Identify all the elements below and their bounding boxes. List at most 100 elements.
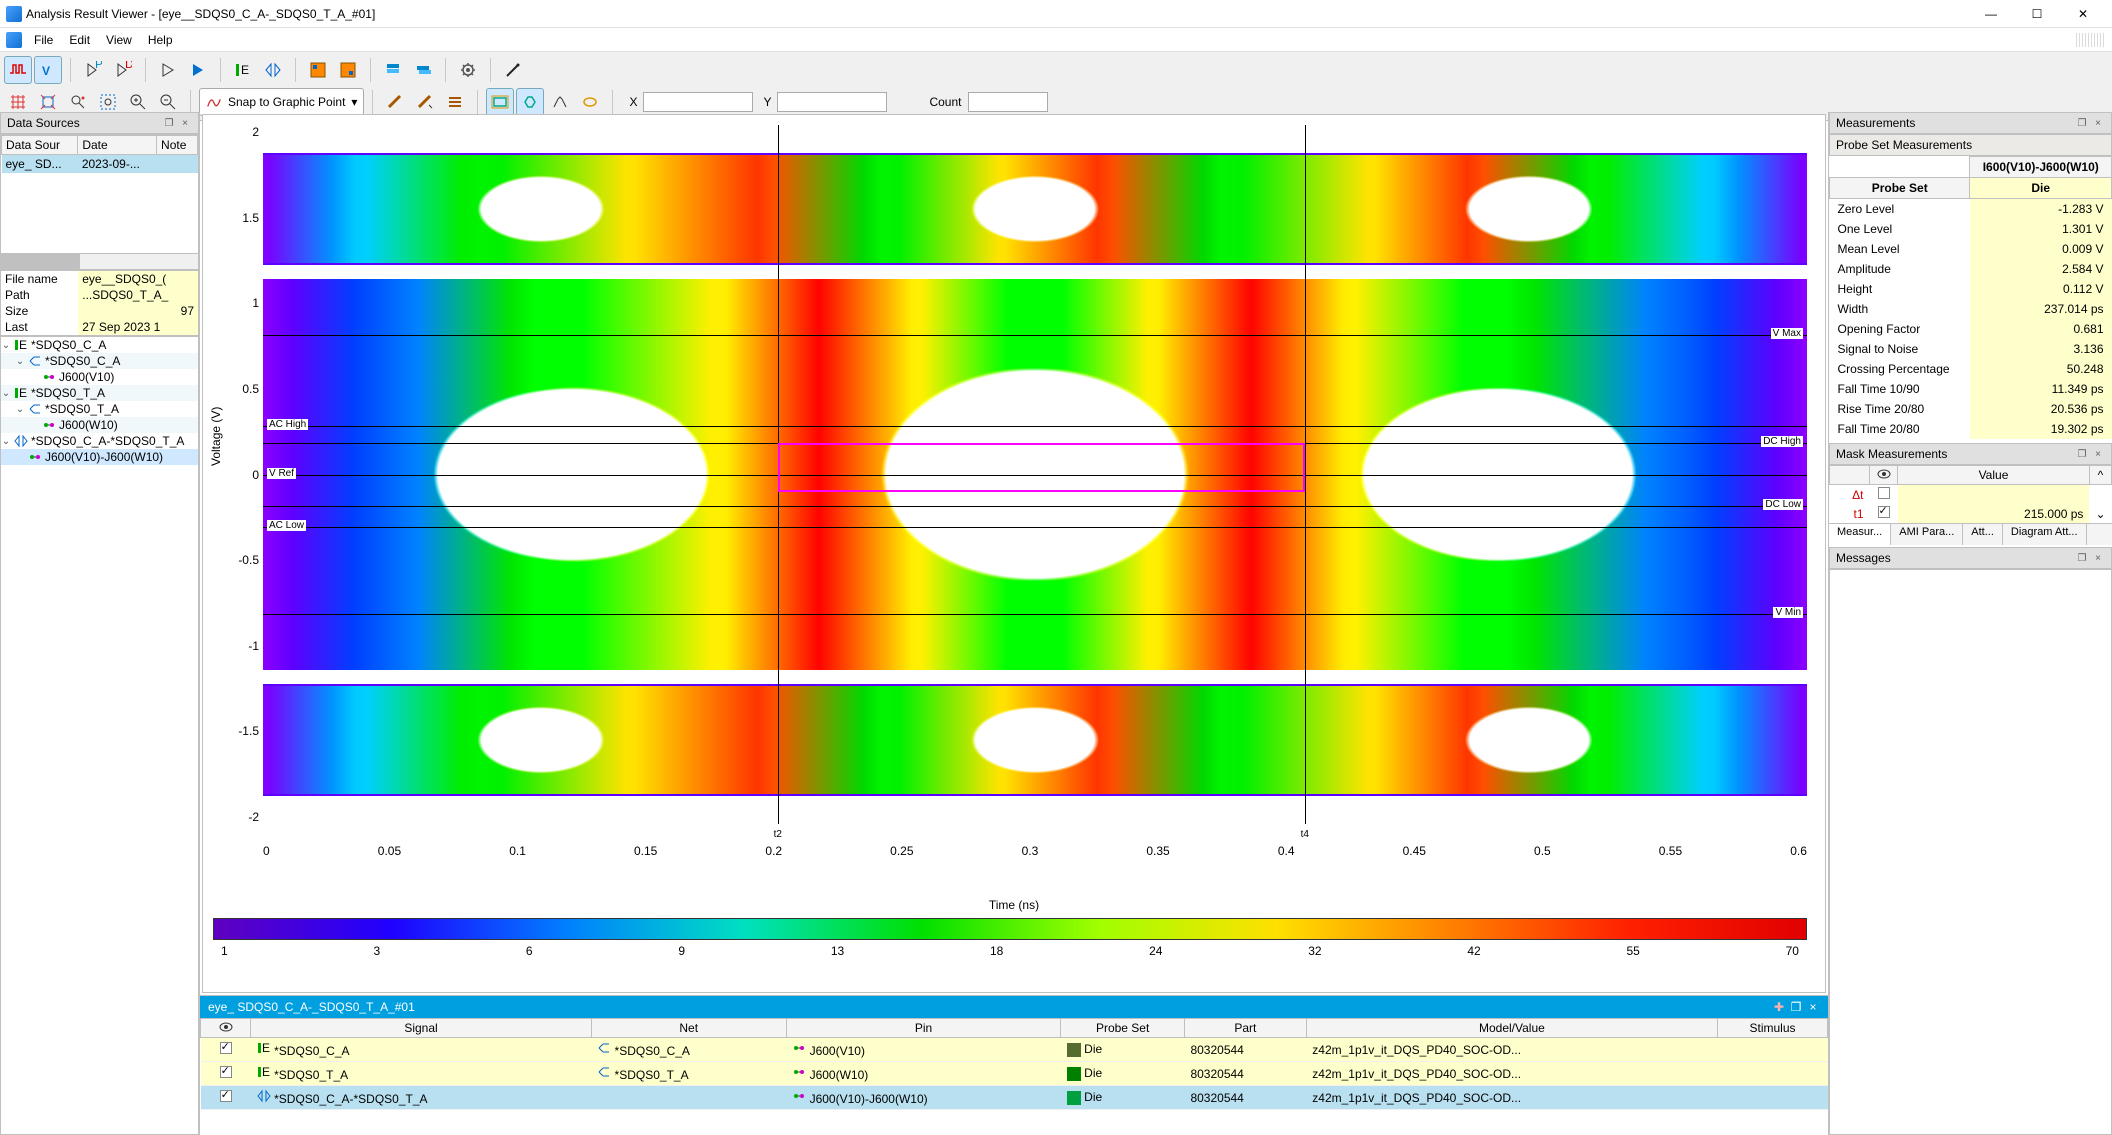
tree-item[interactable]: ⌄*SDQS0_C_A-*SDQS0_T_A: [1, 433, 198, 449]
cursor-label: t4: [1301, 829, 1309, 840]
menu-help[interactable]: Help: [140, 31, 181, 49]
y-readout: [777, 92, 887, 112]
menu-file[interactable]: File: [26, 31, 61, 49]
signal-table[interactable]: SignalNetPinProbe SetPartModel/ValueStim…: [200, 1018, 1828, 1135]
signal-row[interactable]: E *SDQS0_C_A *SDQS0_C_A J600(V10) Die 80…: [201, 1038, 1828, 1062]
grid-a-button[interactable]: [304, 56, 332, 84]
measurement-row[interactable]: Fall Time 10/9011.349 ps: [1830, 379, 2112, 399]
stack-b-button[interactable]: [409, 56, 437, 84]
reference-line-label: AC High: [267, 419, 308, 430]
close-icon[interactable]: ×: [2091, 447, 2105, 461]
drag-handle[interactable]: [2076, 33, 2106, 47]
measurement-row[interactable]: Width237.014 ps: [1830, 299, 2112, 319]
snap-label: Snap to Graphic Point: [228, 95, 345, 109]
sub-tab[interactable]: AMI Para...: [1891, 524, 1963, 545]
mask-checkbox[interactable]: [1878, 487, 1890, 499]
data-source-row[interactable]: eye_ SD... 2023-09-...: [2, 155, 198, 174]
signal-checkbox[interactable]: [220, 1042, 232, 1054]
minimize-button[interactable]: —: [1968, 2, 2014, 26]
close-icon[interactable]: ×: [178, 116, 192, 130]
probe-button[interactable]: [499, 56, 527, 84]
reference-line[interactable]: [263, 527, 1807, 528]
reference-line[interactable]: [263, 335, 1807, 336]
reference-line[interactable]: [263, 506, 1807, 507]
grid-b-button[interactable]: [334, 56, 362, 84]
measurement-row[interactable]: One Level1.301 V: [1830, 219, 2112, 239]
x-axis-label: Time (ns): [203, 898, 1825, 912]
close-icon[interactable]: ×: [2091, 116, 2105, 130]
measurement-row[interactable]: Crossing Percentage50.248: [1830, 359, 2112, 379]
svg-text:E: E: [19, 386, 27, 400]
svg-text:D: D: [125, 61, 132, 71]
mask-measurement-row[interactable]: Δt: [1830, 485, 2112, 505]
play-button[interactable]: [154, 56, 182, 84]
stack-a-button[interactable]: [379, 56, 407, 84]
data-sources-table[interactable]: Data Sour Date Note eye_ SD... 2023-09-.…: [0, 134, 199, 254]
tree-item[interactable]: J600(V10)-J600(W10): [1, 449, 198, 465]
measurement-row[interactable]: Signal to Noise3.136: [1830, 339, 2112, 359]
voltage-mode-button[interactable]: V: [34, 56, 62, 84]
close-icon[interactable]: ×: [2091, 551, 2105, 565]
play-d-button[interactable]: D: [109, 56, 137, 84]
maximize-button[interactable]: ☐: [2014, 2, 2060, 26]
diff-mode-button[interactable]: [259, 56, 287, 84]
measurement-row[interactable]: Rise Time 20/8020.536 ps: [1830, 399, 2112, 419]
measurement-row[interactable]: Height0.112 V: [1830, 279, 2112, 299]
mask-measurement-row[interactable]: t1 215.000 ps ⌄: [1830, 504, 2112, 523]
tree-item[interactable]: ⌄*SDQS0_C_A: [1, 353, 198, 369]
tree-item[interactable]: ⌄E*SDQS0_C_A: [1, 337, 198, 353]
tree-item[interactable]: J600(W10): [1, 417, 198, 433]
col-date[interactable]: Date: [78, 136, 157, 155]
sub-tab[interactable]: Diagram Att...: [2003, 524, 2087, 545]
undock-icon[interactable]: ❐: [162, 116, 176, 130]
measurement-row[interactable]: Mean Level0.009 V: [1830, 239, 2112, 259]
window-titlebar: Analysis Result Viewer - [eye__SDQS0_C_A…: [0, 0, 2112, 28]
undock-icon[interactable]: ❐: [2075, 551, 2089, 565]
signal-checkbox[interactable]: [220, 1090, 232, 1102]
eye-mask[interactable]: [778, 443, 1305, 492]
menu-edit[interactable]: Edit: [61, 31, 98, 49]
signal-checkbox[interactable]: [220, 1066, 232, 1078]
col-data-source[interactable]: Data Sour: [2, 136, 78, 155]
col-note[interactable]: Note: [157, 136, 198, 155]
measurements-table[interactable]: I600(V10)-J600(W10) Probe Set Die Zero L…: [1829, 156, 2112, 439]
undock-icon[interactable]: ❐: [2075, 447, 2089, 461]
properties-table: File nameeye__SDQS0_(Path...SDQS0_T_A_Si…: [0, 270, 199, 336]
tree-item[interactable]: J600(V10): [1, 369, 198, 385]
cursor-line[interactable]: [1305, 125, 1306, 824]
measurement-row[interactable]: Zero Level-1.283 V: [1830, 199, 2112, 220]
right-tabs[interactable]: Measur...AMI Para...Att...Diagram Att...: [1829, 523, 2112, 545]
play-p-button[interactable]: P: [79, 56, 107, 84]
close-button[interactable]: ✕: [2060, 2, 2106, 26]
tree-item[interactable]: ⌄E*SDQS0_T_A: [1, 385, 198, 401]
undock-icon[interactable]: ❐: [2075, 116, 2089, 130]
settings-button[interactable]: [454, 56, 482, 84]
sub-tab[interactable]: Att...: [1963, 524, 2003, 545]
tree-item[interactable]: ⌄*SDQS0_T_A: [1, 401, 198, 417]
sub-tab[interactable]: Measur...: [1829, 524, 1891, 545]
mask-measurements-table[interactable]: Value ^ Δt t1 215.000 ps ⌄: [1829, 465, 2112, 523]
data-sources-scrollbar[interactable]: [0, 254, 199, 270]
reference-line[interactable]: [263, 426, 1807, 427]
reference-line[interactable]: [263, 614, 1807, 615]
signal-row[interactable]: E *SDQS0_T_A *SDQS0_T_A J600(W10) Die 80…: [201, 1062, 1828, 1086]
add-tab-icon[interactable]: ✚: [1772, 1000, 1786, 1014]
x-label: X: [629, 95, 637, 109]
group-e-button[interactable]: E: [229, 56, 257, 84]
signal-tab-header[interactable]: eye_ SDQS0_C_A-_SDQS0_T_A_#01 ✚ ❐ ×: [200, 996, 1828, 1018]
measurement-row[interactable]: Opening Factor0.681: [1830, 319, 2112, 339]
close-tab-icon[interactable]: ×: [1806, 1000, 1820, 1014]
waveform-mode-button[interactable]: [4, 56, 32, 84]
menu-view[interactable]: View: [98, 31, 140, 49]
eye-diagram-chart[interactable]: Voltage (V) 21.510.50-0.5-1-1.5-2 V MaxA…: [202, 114, 1826, 993]
play-filled-button[interactable]: [184, 56, 212, 84]
undock-tab-icon[interactable]: ❐: [1789, 1000, 1803, 1014]
mask-checkbox[interactable]: [1878, 506, 1890, 518]
reference-line-label: V Max: [1771, 328, 1803, 339]
messages-header: Messages ❐ ×: [1829, 547, 2112, 569]
measurement-row[interactable]: Fall Time 20/8019.302 ps: [1830, 419, 2112, 439]
signal-tree[interactable]: ⌄E*SDQS0_C_A⌄*SDQS0_C_AJ600(V10)⌄E*SDQS0…: [1, 337, 198, 465]
y-label: Y: [763, 95, 771, 109]
signal-row[interactable]: *SDQS0_C_A-*SDQS0_T_A J600(V10)-J600(W10…: [201, 1086, 1828, 1110]
measurement-row[interactable]: Amplitude2.584 V: [1830, 259, 2112, 279]
